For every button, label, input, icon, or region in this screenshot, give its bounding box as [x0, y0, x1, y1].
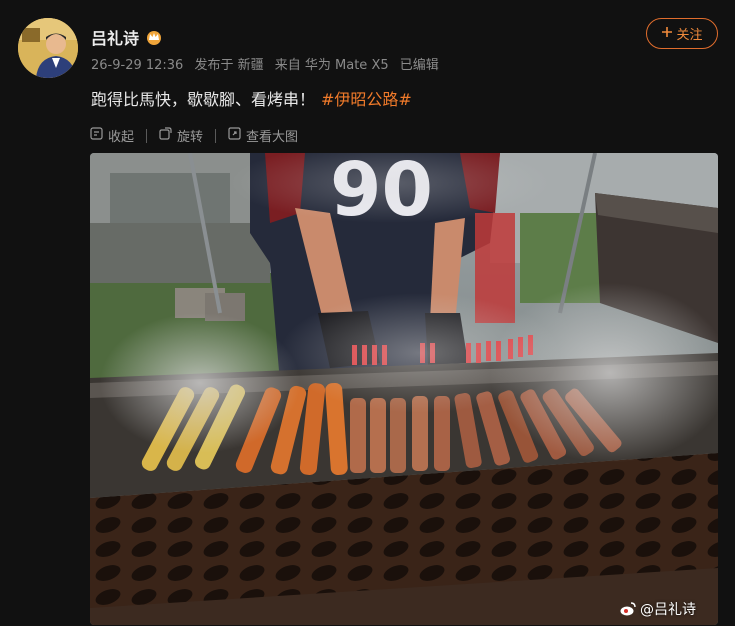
weibo-logo-icon	[620, 602, 636, 616]
post-body: 跑得比馬快，歇歇腳、看烤串！	[91, 90, 316, 109]
toolbar-divider	[146, 128, 148, 143]
post-time[interactable]: 26-9-29 12:36	[91, 58, 183, 73]
follow-label: 关注	[676, 28, 703, 43]
topic-link[interactable]: #伊昭公路#	[321, 90, 412, 109]
image-toolbar: 收起 旋转 查看大图	[90, 126, 298, 145]
rotate-label: 旋转	[177, 130, 204, 145]
post-location: 发布于 新疆	[194, 58, 264, 73]
follow-button[interactable]: 关注	[646, 18, 718, 49]
enlarge-icon	[228, 127, 241, 144]
crown-icon	[145, 29, 163, 45]
post-photo[interactable]: 90 @吕礼诗	[90, 153, 718, 625]
rotate-button[interactable]: 旋转	[159, 126, 203, 145]
collapse-icon	[90, 127, 103, 144]
rotate-icon	[159, 127, 172, 144]
avatar-image	[18, 18, 78, 78]
photo-watermark: @吕礼诗	[620, 599, 696, 619]
edited-label[interactable]: 已编辑	[400, 58, 439, 73]
barbecue-photo: 90	[90, 153, 718, 625]
avatar[interactable]	[18, 18, 78, 78]
collapse-label: 收起	[108, 130, 135, 145]
author-name[interactable]: 吕礼诗	[91, 25, 139, 49]
view-large-button[interactable]: 查看大图	[228, 126, 298, 145]
collapse-button[interactable]: 收起	[90, 126, 134, 145]
plus-icon	[661, 26, 673, 42]
author-name-row: 吕礼诗	[91, 25, 163, 49]
toolbar-divider	[215, 128, 217, 143]
post-text: 跑得比馬快，歇歇腳、看烤串！ #伊昭公路#	[91, 86, 412, 110]
watermark-text: @吕礼诗	[640, 602, 696, 618]
view-large-label: 查看大图	[246, 130, 299, 145]
post-meta: 26-9-29 12:36 发布于 新疆 来自 华为 Mate X5 已编辑	[91, 54, 446, 73]
post-source: 来自 华为 Mate X5	[274, 58, 389, 73]
